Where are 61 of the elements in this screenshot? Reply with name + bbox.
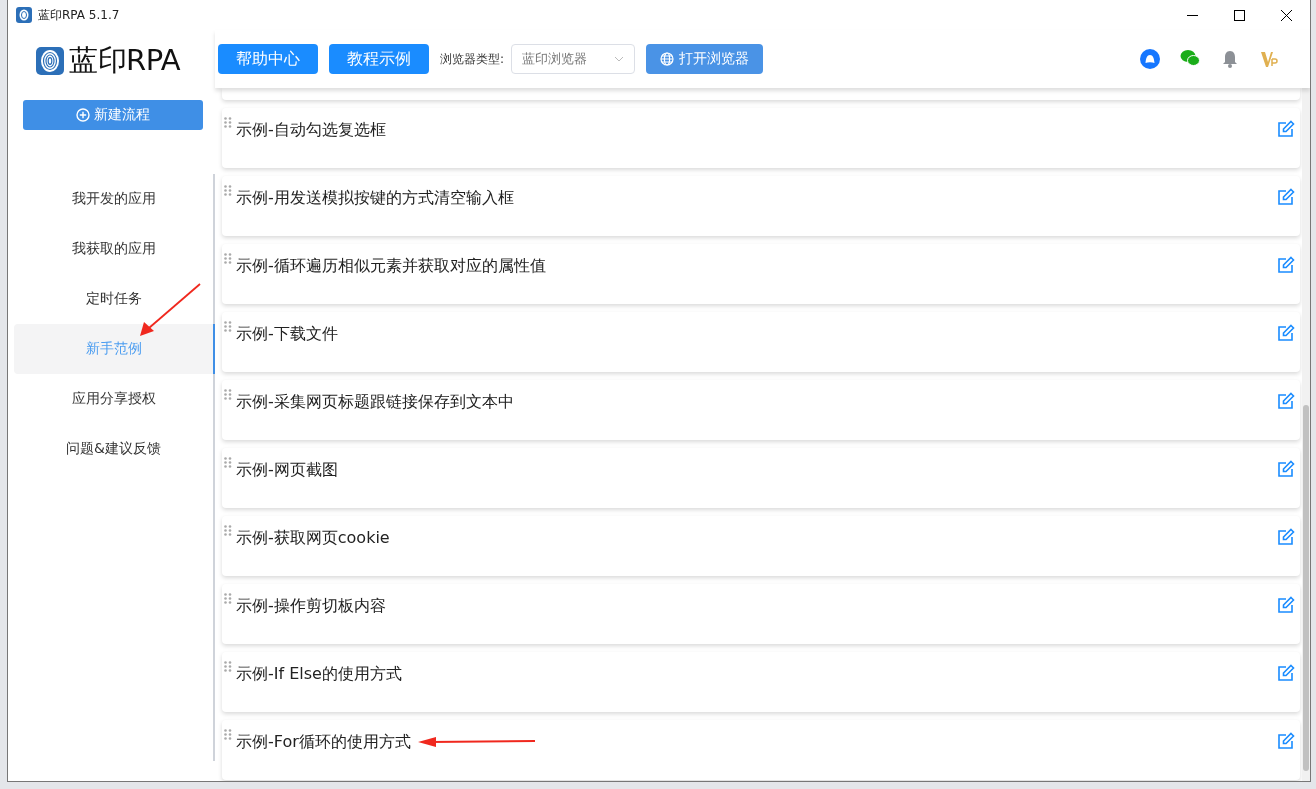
sidebar-item[interactable]: 应用分享授权 (14, 374, 215, 424)
globe-icon (660, 52, 675, 66)
sidebar-item[interactable]: 问题&建议反馈 (14, 424, 215, 474)
drag-handle-icon[interactable] (224, 185, 232, 196)
edit-icon[interactable] (1277, 392, 1295, 410)
example-title: 示例-用发送模拟按键的方式清空输入框 (236, 188, 514, 208)
plus-circle-icon (76, 108, 90, 122)
example-title: 示例-循环遍历相似元素并获取对应的属性值 (236, 256, 546, 276)
chat-bubble-icon[interactable] (1140, 49, 1160, 69)
drag-handle-icon[interactable] (224, 389, 232, 400)
sidebar-item[interactable]: 我获取的应用 (14, 224, 215, 274)
edit-icon[interactable] (1277, 188, 1295, 206)
drag-handle-icon[interactable] (224, 457, 232, 468)
edit-icon[interactable] (1277, 528, 1295, 546)
app-logo-text: 蓝印RPA (69, 42, 181, 79)
vip-icon[interactable] (1260, 49, 1280, 69)
example-title: 示例-操作剪切板内容 (236, 596, 386, 616)
example-card[interactable]: 示例-For循环的使用方式 (222, 720, 1300, 780)
example-title: 示例-下载文件 (236, 324, 338, 344)
example-card[interactable]: 示例-采集网页标题跟链接保存到文本中 (222, 380, 1300, 440)
sidebar-item[interactable]: 定时任务 (14, 274, 215, 324)
example-card[interactable]: 示例-If Else的使用方式 (222, 652, 1300, 712)
drag-handle-icon[interactable] (224, 117, 232, 128)
edit-icon[interactable] (1277, 664, 1295, 682)
example-title: 示例-自动勾选复选框 (236, 120, 386, 140)
drag-handle-icon[interactable] (224, 321, 232, 332)
chevron-down-icon (614, 56, 625, 62)
annotation-arrow (140, 283, 201, 336)
example-card[interactable]: 示例-循环遍历相似元素并获取对应的属性值 (222, 244, 1300, 304)
drag-handle-icon[interactable] (224, 525, 232, 536)
drag-handle-icon[interactable] (224, 593, 232, 604)
browser-select[interactable]: 蓝印浏览器 (511, 44, 636, 74)
sidebar-item[interactable]: 我开发的应用 (14, 174, 215, 224)
wechat-icon[interactable] (1180, 49, 1200, 67)
example-title: 示例-获取网页cookie (236, 528, 390, 548)
example-card[interactable]: 示例-网页截图 (222, 448, 1300, 508)
window-title: 蓝印RPA 5.1.7 (38, 6, 120, 24)
example-title: 示例-If Else的使用方式 (236, 664, 402, 684)
fingerprint-logo-icon (36, 47, 64, 75)
example-card[interactable]: 示例-自动勾选复选框 (222, 108, 1300, 168)
edit-icon[interactable] (1277, 460, 1295, 478)
maximize-icon[interactable] (1234, 9, 1245, 21)
drag-handle-icon[interactable] (224, 253, 232, 264)
app-logo-icon (16, 7, 32, 23)
edit-icon[interactable] (1277, 120, 1295, 138)
edit-icon[interactable] (1277, 596, 1295, 614)
example-title: 示例-网页截图 (236, 460, 338, 480)
edit-icon[interactable] (1277, 324, 1295, 342)
drag-handle-icon[interactable] (224, 661, 232, 672)
example-card[interactable]: 示例-操作剪切板内容 (222, 584, 1300, 644)
scrollbar-thumb[interactable] (1303, 405, 1309, 771)
browser-type-label: 浏览器类型: (440, 50, 505, 68)
example-card[interactable]: 示例-获取网页cookie (222, 516, 1300, 576)
edit-icon[interactable] (1277, 732, 1295, 750)
edit-icon[interactable] (1277, 256, 1295, 274)
example-card[interactable]: 示例-用发送模拟按键的方式清空输入框 (222, 176, 1300, 236)
example-title: 示例-采集网页标题跟链接保存到文本中 (236, 392, 514, 412)
example-card[interactable]: 示例-下载文件 (222, 312, 1300, 372)
example-title: 示例-For循环的使用方式 (236, 732, 411, 752)
close-icon[interactable] (1281, 9, 1292, 21)
drag-handle-icon[interactable] (224, 729, 232, 740)
